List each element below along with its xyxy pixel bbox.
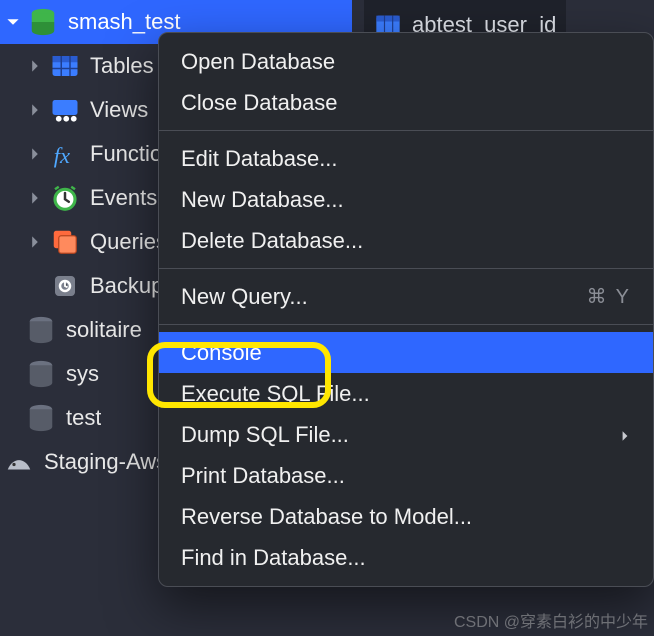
database-icon xyxy=(26,403,56,433)
tree-item-label: test xyxy=(66,405,101,431)
clock-icon xyxy=(50,183,80,213)
menu-edit-database[interactable]: Edit Database... xyxy=(159,138,653,179)
menu-item-label: New Database... xyxy=(181,187,344,213)
queries-icon xyxy=(50,227,80,257)
database-icon xyxy=(26,359,56,389)
chevron-down-icon xyxy=(4,13,22,31)
chevron-right-icon xyxy=(26,233,44,251)
svg-text:fx: fx xyxy=(54,143,70,168)
function-icon: fx xyxy=(50,139,80,169)
tree-item-label: Views xyxy=(90,97,148,123)
menu-separator xyxy=(159,324,653,325)
menu-close-database[interactable]: Close Database xyxy=(159,82,653,123)
menu-separator xyxy=(159,268,653,269)
chevron-spacer xyxy=(26,277,44,295)
views-icon xyxy=(50,95,80,125)
menu-item-label: Find in Database... xyxy=(181,545,366,571)
backup-icon xyxy=(50,271,80,301)
menu-item-label: Dump SQL File... xyxy=(181,422,349,448)
menu-delete-database[interactable]: Delete Database... xyxy=(159,220,653,261)
tree-item-label: Staging-Aws xyxy=(44,449,167,475)
table-icon xyxy=(50,51,80,81)
tree-item-label: smash_test xyxy=(68,9,181,35)
connection-icon xyxy=(4,447,34,477)
context-menu: Open Database Close Database Edit Databa… xyxy=(158,32,654,587)
menu-new-database[interactable]: New Database... xyxy=(159,179,653,220)
menu-open-database[interactable]: Open Database xyxy=(159,41,653,82)
database-icon xyxy=(28,7,58,37)
tree-item-label: Events xyxy=(90,185,157,211)
watermark: CSDN @穿素白衫的中少年 xyxy=(454,608,648,632)
chevron-right-icon xyxy=(26,189,44,207)
menu-item-label: Close Database xyxy=(181,90,338,116)
menu-item-label: Console xyxy=(181,340,262,366)
menu-dump-sql-file[interactable]: Dump SQL File... xyxy=(159,414,653,455)
menu-item-label: Delete Database... xyxy=(181,228,363,254)
menu-item-label: New Query... xyxy=(181,284,308,310)
menu-console[interactable]: Console xyxy=(159,332,653,373)
menu-reverse-database-to-model[interactable]: Reverse Database to Model... xyxy=(159,496,653,537)
database-icon xyxy=(26,315,56,345)
tree-item-label: Queries xyxy=(90,229,167,255)
menu-item-label: Reverse Database to Model... xyxy=(181,504,472,530)
tree-item-label: solitaire xyxy=(66,317,142,343)
tree-item-label: sys xyxy=(66,361,99,387)
chevron-right-icon xyxy=(26,57,44,75)
menu-find-in-database[interactable]: Find in Database... xyxy=(159,537,653,578)
tree-item-label: Tables xyxy=(90,53,154,79)
menu-execute-sql-file[interactable]: Execute SQL File... xyxy=(159,373,653,414)
chevron-right-icon xyxy=(26,101,44,119)
menu-item-label: Open Database xyxy=(181,49,335,75)
menu-new-query[interactable]: New Query... ⌘ Y xyxy=(159,276,653,317)
menu-separator xyxy=(159,130,653,131)
menu-item-label: Execute SQL File... xyxy=(181,381,370,407)
chevron-right-icon xyxy=(619,422,631,448)
menu-item-label: Edit Database... xyxy=(181,146,338,172)
menu-print-database[interactable]: Print Database... xyxy=(159,455,653,496)
menu-item-label: Print Database... xyxy=(181,463,345,489)
menu-shortcut: ⌘ Y xyxy=(586,284,631,309)
chevron-right-icon xyxy=(26,145,44,163)
